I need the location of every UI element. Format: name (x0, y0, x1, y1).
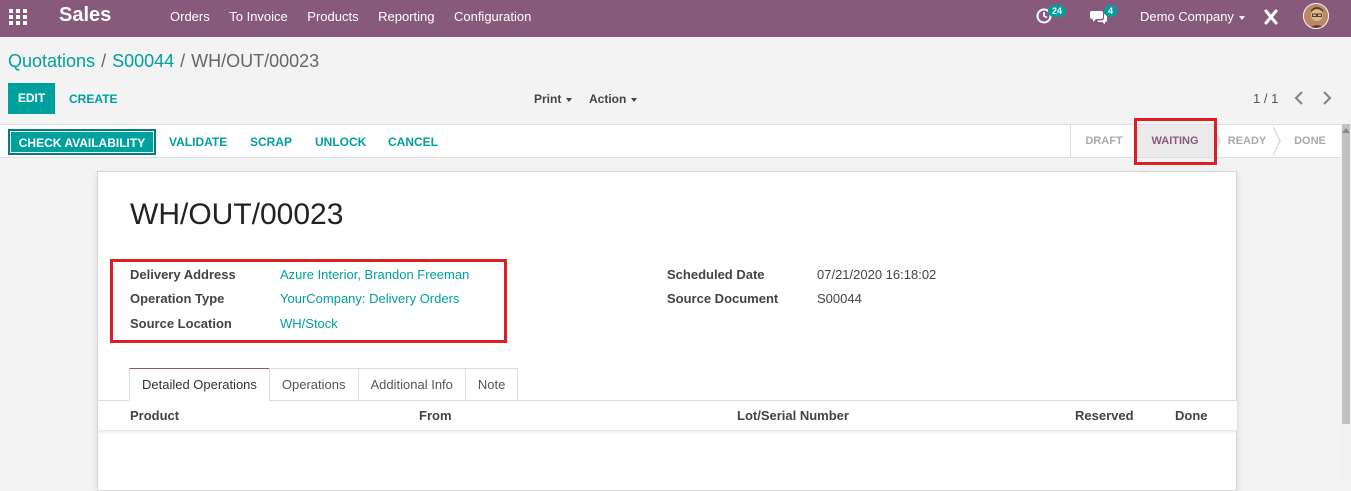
check-availability-button[interactable]: CHECK AVAILABILITY (8, 129, 156, 155)
validate-button[interactable]: VALIDATE (169, 135, 227, 149)
tab-detailed-operations[interactable]: Detailed Operations (129, 368, 270, 401)
field-label-delivery-address: Delivery Address (130, 267, 236, 282)
field-value-delivery-address[interactable]: Azure Interior, Brandon Freeman (280, 267, 469, 282)
company-name: Demo Company (1140, 9, 1234, 24)
main-menu: Orders To Invoice Products Reporting Con… (170, 9, 551, 24)
menu-products[interactable]: Products (307, 9, 358, 24)
status-waiting: WAITING (1137, 125, 1213, 157)
field-value-source-document: S00044 (817, 291, 862, 306)
chevron-left-icon (1294, 91, 1303, 105)
cancel-button[interactable]: CANCEL (388, 135, 438, 149)
action-dropdown[interactable]: Action (589, 92, 638, 106)
breadcrumb: Quotations / S00044/WH/OUT/00023 (8, 51, 319, 72)
field-label-source-document: Source Document (667, 291, 779, 306)
tab-note[interactable]: Note (464, 368, 519, 401)
breadcrumb-current: WH/OUT/00023 (191, 51, 320, 71)
notebook-tabs: Detailed Operations Operations Additiona… (129, 368, 519, 401)
unlock-button[interactable]: UNLOCK (315, 135, 366, 149)
field-label-operation-type: Operation Type (130, 291, 225, 306)
breadcrumb-quotations[interactable]: Quotations (8, 51, 95, 71)
column-header-reserved[interactable]: Reserved (1075, 408, 1134, 423)
menu-configuration[interactable]: Configuration (454, 9, 531, 24)
status-done: DONE (1294, 135, 1326, 147)
menu-orders[interactable]: Orders (170, 9, 210, 24)
chevron-down-icon (566, 97, 573, 102)
status-chevron (1212, 125, 1221, 157)
create-button[interactable]: CREATE (69, 92, 117, 106)
scrap-button[interactable]: SCRAP (250, 135, 292, 149)
status-draft: DRAFT (1085, 135, 1123, 147)
breadcrumb-separator: / (180, 51, 186, 71)
company-switcher[interactable]: Demo Company (1140, 9, 1245, 24)
breadcrumb-separator: / (101, 51, 107, 71)
field-value-operation-type[interactable]: YourCompany: Delivery Orders (280, 291, 459, 306)
column-header-from[interactable]: From (419, 408, 452, 423)
operations-table-header: Product From Lot/Serial Number Reserved … (98, 401, 1237, 431)
scrollbar-thumb[interactable] (1342, 124, 1350, 424)
menu-reporting[interactable]: Reporting (378, 9, 434, 24)
status-chevron (1272, 125, 1281, 157)
action-label: Action (589, 92, 627, 106)
pager-value[interactable]: 1 / 1 (1253, 91, 1278, 106)
chevron-down-icon (631, 97, 638, 102)
column-header-product[interactable]: Product (130, 408, 179, 423)
debug-tools-icon[interactable] (1264, 9, 1278, 25)
field-label-source-location: Source Location (130, 316, 232, 331)
print-label: Print (534, 92, 562, 106)
chevron-down-icon (1238, 15, 1245, 20)
form-statusbar: CHECK AVAILABILITY VALIDATE SCRAP UNLOCK… (0, 124, 1341, 158)
status-ready: READY (1227, 135, 1267, 147)
tab-operations[interactable]: Operations (268, 368, 359, 401)
top-navbar: Sales Orders To Invoice Products Reporti… (0, 0, 1351, 37)
column-header-done[interactable]: Done (1175, 408, 1208, 423)
menu-to-invoice[interactable]: To Invoice (229, 9, 288, 24)
record-title: WH/OUT/00023 (130, 198, 344, 231)
user-avatar[interactable] (1303, 3, 1329, 29)
print-dropdown[interactable]: Print (534, 92, 573, 106)
edit-button[interactable]: EDIT (8, 83, 55, 114)
apps-grid-icon[interactable] (9, 9, 27, 25)
tab-additional-info[interactable]: Additional Info (357, 368, 466, 401)
chevron-right-icon (1323, 91, 1332, 105)
field-value-source-location[interactable]: WH/Stock (280, 316, 338, 331)
column-header-lot-serial[interactable]: Lot/Serial Number (737, 408, 849, 423)
breadcrumb-sale-order[interactable]: S00044 (112, 51, 174, 71)
pager-previous-button[interactable] (1293, 88, 1305, 113)
app-brand[interactable]: Sales (59, 4, 111, 27)
message-count-badge: 4 (1104, 5, 1118, 17)
scroll-up-arrow-icon[interactable] (1342, 128, 1350, 133)
activity-count-badge: 24 (1048, 5, 1067, 17)
field-label-scheduled-date: Scheduled Date (667, 267, 765, 282)
field-value-scheduled-date: 07/21/2020 16:18:02 (817, 267, 937, 282)
pager-next-button[interactable] (1321, 88, 1333, 113)
